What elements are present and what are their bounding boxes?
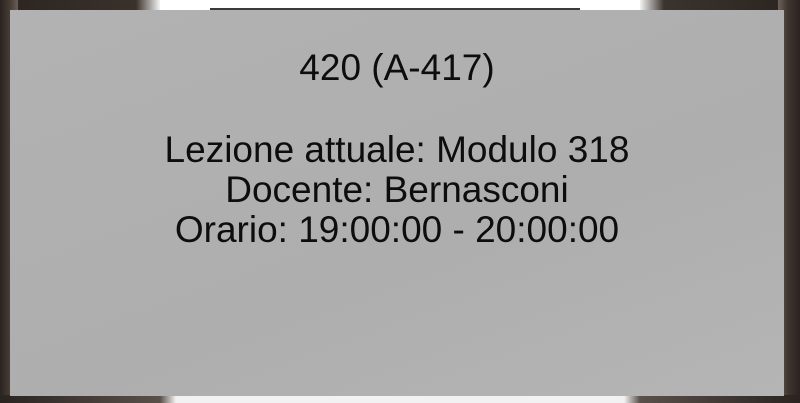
background-frame-bottom [0,395,800,403]
room-title: 420 (A-417) [299,47,495,88]
schedule-text: Orario: 19:00:00 - 20:00:00 [174,209,620,250]
room-info-panel: 420 (A-417) Lezione attuale: Modulo 318 … [10,10,784,396]
lesson-info: Lezione attuale: Modulo 318 Docente: Ber… [10,130,784,250]
teacher-text: Docente: Bernasconi [225,169,569,210]
current-lesson-text: Lezione attuale: Modulo 318 [164,129,630,170]
